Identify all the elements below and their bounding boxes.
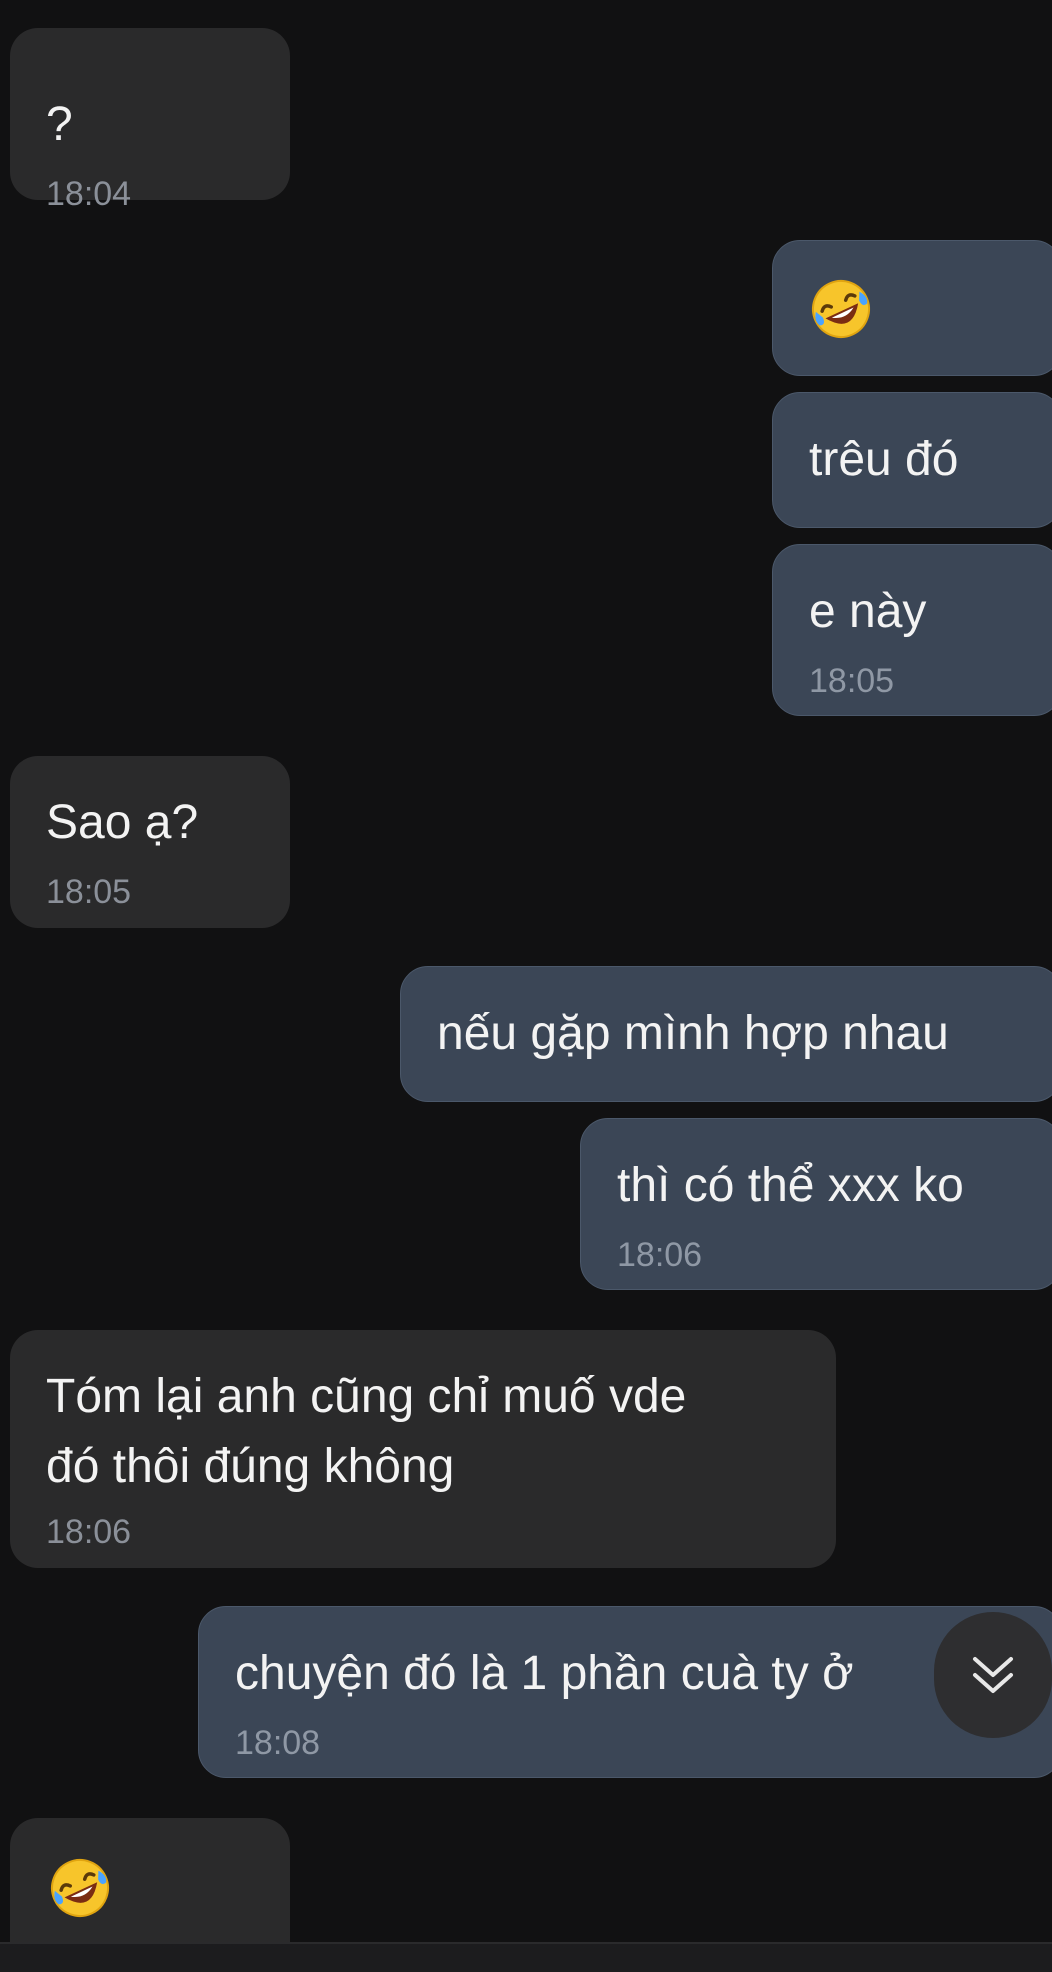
message-text: chuyện đó là 1 phần cuà ty ở (235, 1647, 854, 1700)
message-bubble-outgoing[interactable]: e này 18:05 (772, 544, 1052, 716)
message-bubble-incoming[interactable] (10, 1818, 290, 1942)
scroll-to-bottom-button[interactable] (934, 1612, 1052, 1738)
message-text-line-1: Tóm lại anh cũng chỉ muố vde (46, 1370, 687, 1423)
message-bubble-outgoing[interactable]: trêu đó (772, 392, 1052, 528)
rofl-emoji-icon (812, 280, 870, 338)
message-text: Sao ạ? (46, 796, 199, 849)
message-time: 18:05 (809, 662, 895, 700)
message-text: e này (809, 585, 927, 638)
rofl-emoji-icon (51, 1859, 109, 1917)
double-chevron-down-icon (973, 1657, 1013, 1693)
message-time: 18:04 (46, 175, 132, 213)
message-bubble-outgoing[interactable]: nếu gặp mình hợp nhau (400, 966, 1052, 1102)
message-text: ? (46, 98, 73, 151)
message-time: 18:08 (235, 1724, 321, 1762)
message-text-line-2: đó thôi đúng không (46, 1440, 455, 1493)
message-bubble-outgoing[interactable] (772, 240, 1052, 376)
composer-bar-edge (0, 1942, 1052, 1972)
message-text: thì có thể xxx ko (617, 1159, 964, 1212)
message-text: nếu gặp mình hợp nhau (437, 1007, 949, 1060)
message-bubble-incoming[interactable]: ? 18:04 (10, 28, 290, 213)
message-bubble-incoming[interactable]: Tóm lại anh cũng chỉ muố vde đó thôi đún… (10, 1330, 836, 1568)
message-time: 18:06 (617, 1236, 703, 1274)
chat-message-list[interactable]: ? 18:04 trêu đó e này 18:05 Sao ạ? 18:05 (0, 0, 1052, 1942)
message-time: 18:05 (46, 873, 132, 911)
message-text: trêu đó (809, 433, 959, 486)
message-bubble-incoming[interactable]: Sao ạ? 18:05 (10, 756, 290, 928)
message-bubble-outgoing[interactable]: chuyện đó là 1 phần cuà ty ở 18:08 (198, 1606, 1052, 1778)
message-time: 18:06 (46, 1513, 132, 1551)
message-bubble-outgoing[interactable]: thì có thể xxx ko 18:06 (580, 1118, 1052, 1290)
